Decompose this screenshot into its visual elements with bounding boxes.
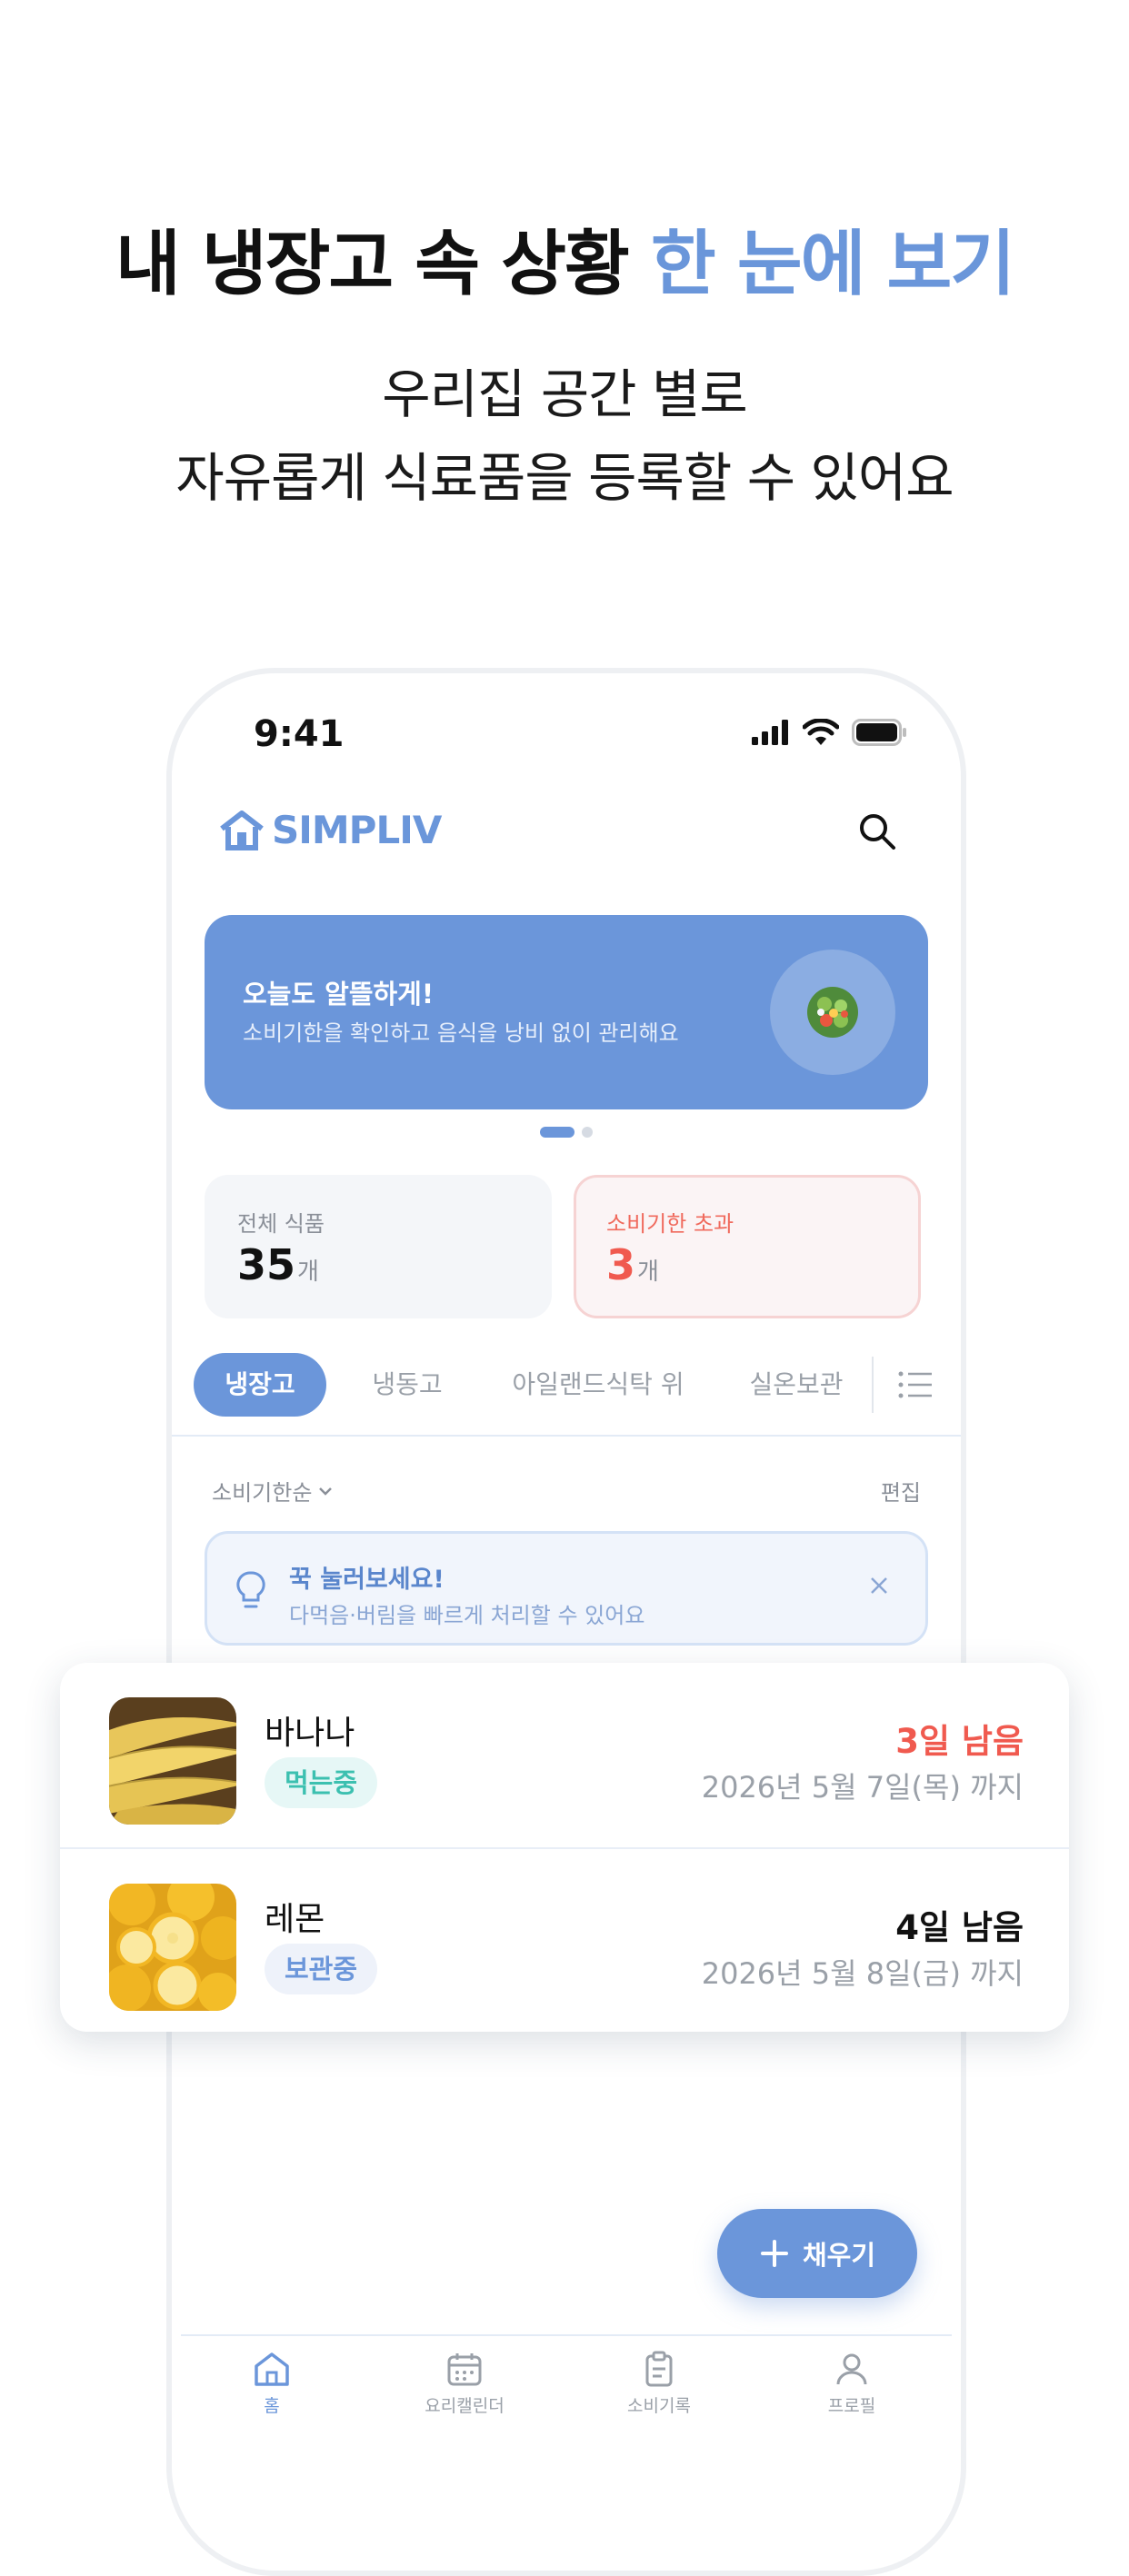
- expired-food-label: 소비기한 초과: [606, 1211, 734, 1237]
- nav-log-label: 소비기록: [627, 2396, 691, 2416]
- nav-consumption-log[interactable]: 소비기록: [586, 2351, 732, 2417]
- promo-banner[interactable]: 오늘도 알뜰하게! 소비기한을 확인하고 음식을 낭비 없이 관리해요: [205, 915, 928, 1109]
- tabs-underline: [172, 1435, 961, 1437]
- battery-icon: [852, 719, 906, 746]
- tip-title: 꾹 눌러보세요!: [289, 1566, 445, 1594]
- banana-image: [109, 1697, 236, 1825]
- remaining-days: 4일 남음: [895, 1908, 1024, 1947]
- fill-fab-button[interactable]: 채우기: [717, 2209, 917, 2298]
- tab-divider: [872, 1357, 874, 1413]
- list-item[interactable]: 레몬 보관중 4일 남음 2026년 5월 8일(금) 까지: [60, 1849, 1069, 2034]
- expiry-date: 2026년 5월 7일(목) 까지: [701, 1770, 1024, 1805]
- carousel-dot[interactable]: [582, 1127, 593, 1138]
- expired-food-value: 3개: [606, 1240, 659, 1289]
- food-list-card: 바나나 먹는중 3일 남음 2026년 5월 7일(목) 까지 레몬 보관중 4…: [60, 1663, 1069, 2032]
- subline-line1: 우리집 공간 별로: [382, 363, 747, 425]
- nav-calendar-label: 요리캘린더: [425, 2396, 505, 2416]
- subline: 우리집 공간 별로 자유롭게 식료품을 등록할 수 있어요: [0, 353, 1129, 520]
- headline-part2: 한 눈에 보기: [650, 224, 1015, 305]
- status-icons: [752, 719, 908, 746]
- calendar-icon: [447, 2353, 482, 2386]
- lemon-image: [109, 1884, 236, 2011]
- tip-description: 다먹음·버림을 빠르게 처리할 수 있어요: [289, 1603, 645, 1628]
- logo-text: SIMPLIV: [272, 808, 442, 852]
- home-icon: [255, 2352, 289, 2386]
- tab-fridge[interactable]: 냉장고: [194, 1353, 326, 1417]
- tab-freezer[interactable]: 냉동고: [348, 1353, 466, 1417]
- status-badge: 먹는중: [265, 1757, 378, 1808]
- search-icon[interactable]: [855, 810, 899, 853]
- wifi-icon: [803, 719, 839, 745]
- headline-part1: 내 냉장고 속 상황: [115, 224, 630, 305]
- plus-icon: [760, 2240, 788, 2267]
- status-time: 9:41: [254, 713, 345, 755]
- banner-title: 오늘도 알뜰하게!: [243, 979, 435, 1010]
- status-badge: 보관중: [265, 1944, 378, 1994]
- sort-dropdown[interactable]: 소비기한순: [212, 1475, 334, 1507]
- sort-label: 소비기한순: [212, 1480, 313, 1506]
- total-food-card[interactable]: 전체 식품 35개: [205, 1175, 552, 1318]
- tab-island-table[interactable]: 아일랜드식탁 위: [485, 1353, 712, 1417]
- app-logo: SIMPLIV: [219, 808, 442, 852]
- nav-home[interactable]: 홈: [199, 2351, 345, 2417]
- nav-profile-label: 프로필: [827, 2396, 876, 2416]
- house-logo-icon: [220, 810, 264, 850]
- banner-description: 소비기한을 확인하고 음식을 낭비 없이 관리해요: [243, 1020, 679, 1046]
- expired-food-card[interactable]: 소비기한 초과 3개: [574, 1175, 921, 1318]
- carousel-dots[interactable]: [172, 1127, 961, 1138]
- item-name: 바나나: [265, 1715, 355, 1752]
- signal-icon: [752, 720, 788, 745]
- chevron-down-icon: [319, 1487, 333, 1496]
- list-menu-icon[interactable]: [897, 1369, 934, 1400]
- storage-tabs: 냉장고 냉동고 아일랜드식탁 위 실온보관: [194, 1353, 957, 1417]
- nav-cooking-calendar[interactable]: 요리캘린더: [392, 2351, 537, 2417]
- headline: 내 냉장고 속 상황 한 눈에 보기: [0, 207, 1129, 309]
- person-icon: [836, 2353, 867, 2385]
- salad-bowl-illustration: [770, 950, 895, 1075]
- total-food-label: 전체 식품: [237, 1211, 325, 1237]
- nav-profile[interactable]: 프로필: [779, 2351, 924, 2417]
- clipboard-icon: [645, 2351, 673, 2387]
- list-item[interactable]: 바나나 먹는중 3일 남음 2026년 5월 7일(목) 까지: [60, 1663, 1069, 1849]
- salad-icon: [807, 987, 858, 1038]
- bottom-nav-divider: [181, 2334, 952, 2336]
- lemon-photo: [109, 1884, 236, 2011]
- edit-button[interactable]: 편집: [881, 1475, 921, 1507]
- phone-mockup: 9:41 SIMPLIV 오늘도 알뜰하게! 소비기한을 확인하고 음식을 낭비…: [166, 668, 966, 2576]
- tab-room-temp[interactable]: 실온보관: [728, 1353, 864, 1417]
- total-food-value: 35개: [237, 1240, 319, 1289]
- expiry-date: 2026년 5월 8일(금) 까지: [701, 1956, 1024, 1991]
- close-icon[interactable]: [865, 1572, 893, 1599]
- lightbulb-icon: [236, 1571, 265, 1608]
- nav-home-label: 홈: [264, 2396, 280, 2416]
- subline-line2: 자유롭게 식료품을 등록할 수 있어요: [175, 447, 954, 509]
- item-name: 레몬: [265, 1901, 325, 1938]
- remaining-days: 3일 남음: [895, 1722, 1024, 1761]
- fab-label: 채우기: [802, 2240, 876, 2271]
- tip-banner: 꾹 눌러보세요! 다먹음·버림을 빠르게 처리할 수 있어요: [205, 1531, 928, 1646]
- banana-photo: [109, 1697, 236, 1825]
- carousel-dot-active[interactable]: [540, 1127, 574, 1138]
